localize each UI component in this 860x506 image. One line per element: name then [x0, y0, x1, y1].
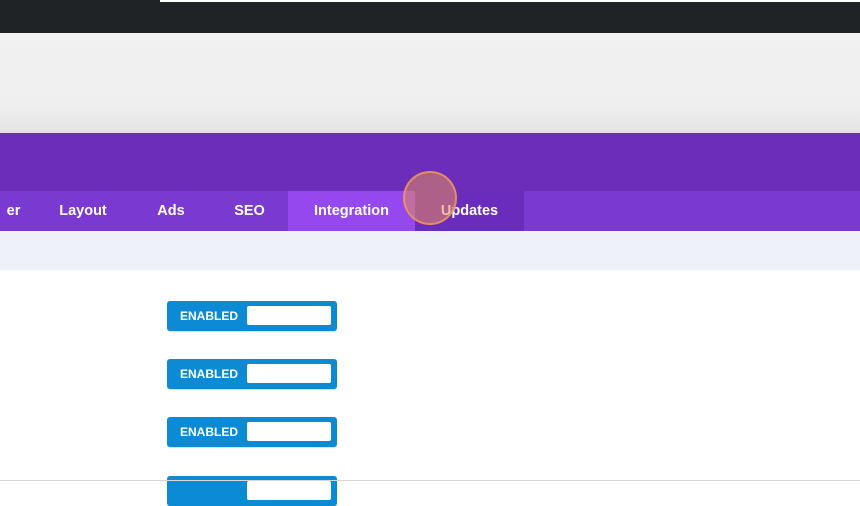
tab-seo[interactable]: SEO	[211, 191, 288, 231]
sub-tab-bar	[0, 231, 860, 270]
top-strip	[160, 0, 860, 2]
toggle-label: ENABLED	[179, 367, 238, 381]
toggle-knob	[247, 364, 331, 383]
tab-partial[interactable]: er	[0, 191, 35, 231]
cursor-highlight	[403, 171, 457, 225]
toggle-knob	[247, 306, 331, 325]
toggle-label: ENABLED	[179, 425, 238, 439]
tab-ads[interactable]: Ads	[131, 191, 211, 231]
toggle-knob	[247, 422, 331, 441]
toggle-knob	[247, 481, 331, 500]
enable-toggle-1[interactable]: ENABLED	[167, 301, 337, 331]
divider	[0, 480, 860, 481]
toggle-label: ENABLED	[179, 309, 238, 323]
enable-toggle-3[interactable]: ENABLED	[167, 417, 337, 447]
tab-layout[interactable]: Layout	[35, 191, 131, 231]
enable-toggle-2[interactable]: ENABLED	[167, 359, 337, 389]
page-header-area	[0, 33, 860, 133]
tab-integration[interactable]: Integration	[288, 191, 415, 231]
browser-top-bar	[0, 0, 860, 33]
